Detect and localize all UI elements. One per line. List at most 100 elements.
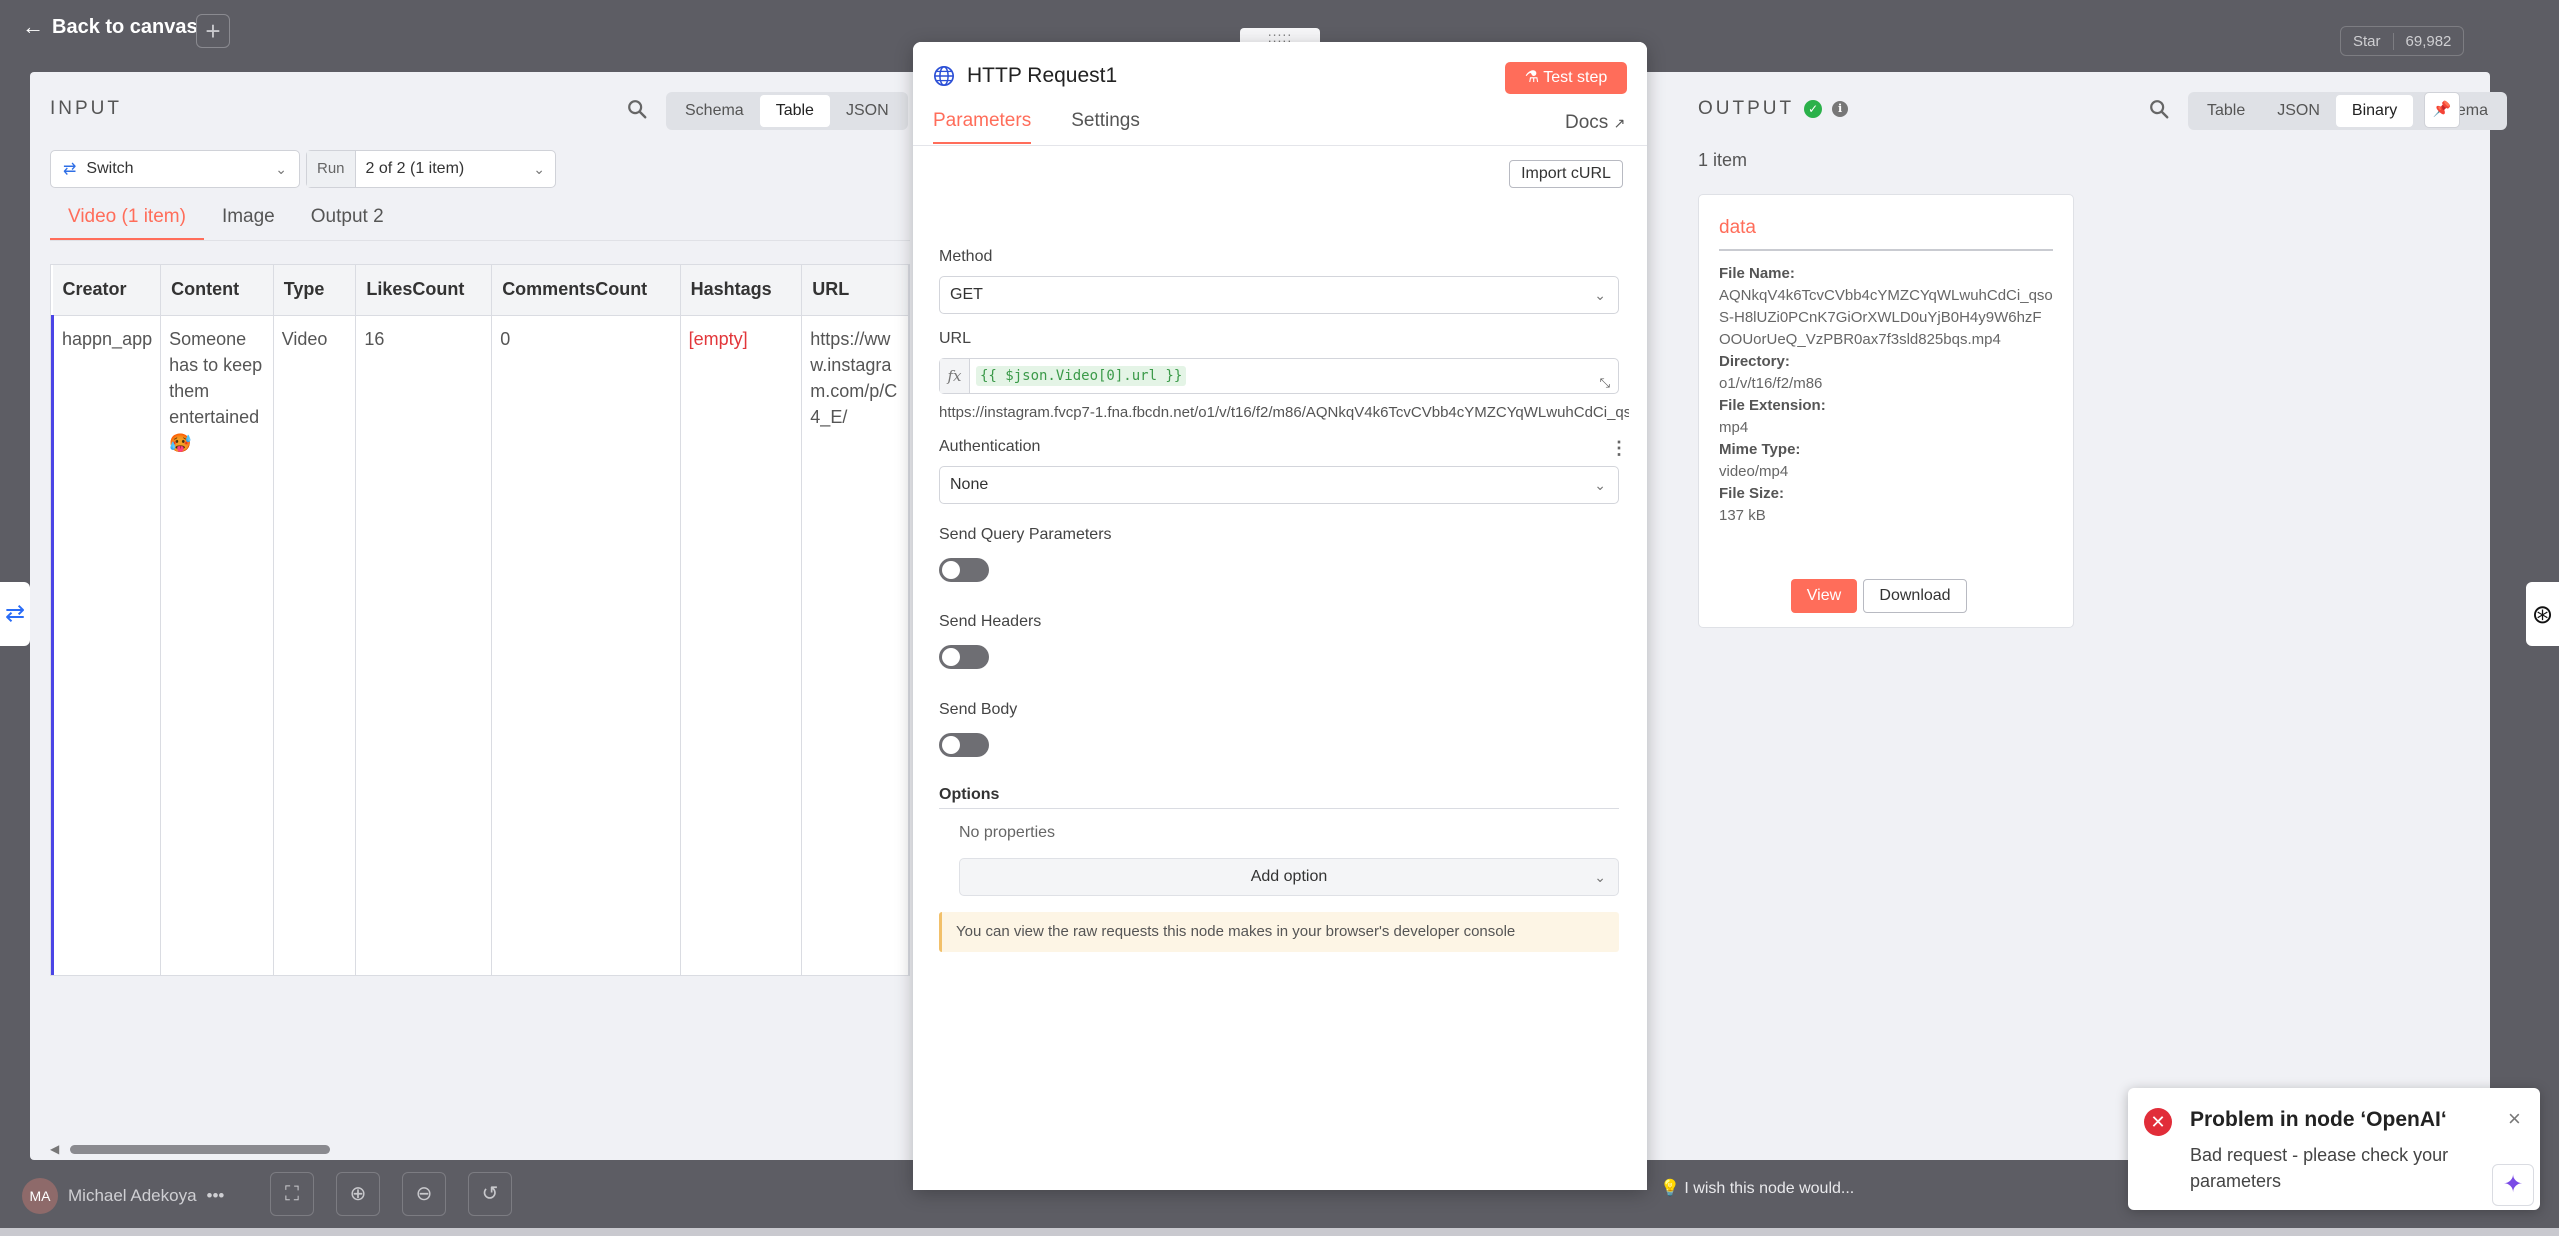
search-icon[interactable] [626,98,648,120]
column-header[interactable]: CommentsCount [491,265,681,316]
binary-card-title: data [1719,217,2053,251]
ai-assistant-icon[interactable]: ✦ [2492,1164,2534,1206]
cell-likes[interactable]: 16 [355,315,493,975]
zoom-out-icon[interactable]: ⊖ [402,1172,446,1216]
add-node-button[interactable]: + [196,14,230,48]
import-curl-button[interactable]: Import cURL [1509,160,1623,188]
error-toast: ✕ Problem in node ‘OpenAI‘ Bad request -… [2128,1088,2540,1210]
reset-zoom-icon[interactable]: ↺ [468,1172,512,1216]
view-json-button[interactable]: JSON [2261,95,2336,127]
method-label: Method [939,248,993,265]
bottom-bar [0,1228,2559,1236]
more-icon[interactable]: ••• [207,1186,225,1206]
view-binary-button[interactable]: Binary [2335,95,2414,127]
tab-video[interactable]: Video (1 item) [50,206,204,240]
cell-url[interactable]: https://www.instagram.com/p/C4_E/ [801,315,909,975]
send-headers-label: Send Headers [939,613,1042,630]
file-size-label: File Size: [1719,485,1785,502]
column-header[interactable]: LikesCount [355,265,493,316]
user-menu[interactable]: MA Michael Adekoya ••• [22,1178,224,1214]
node-title[interactable]: HTTP Request1 [967,64,1117,88]
view-button[interactable]: View [1791,579,1857,613]
view-json-button[interactable]: JSON [830,95,905,127]
column-header[interactable]: Content [160,265,274,316]
view-table-button[interactable]: Table [2191,95,2261,127]
table-row: happn_app Someone has to keep them enter… [51,315,909,975]
file-name-label: File Name: [1719,265,1795,282]
directory-value: o1/v/t16/f2/m86 [1719,375,1823,392]
globe-icon [934,66,954,86]
authentication-select[interactable]: None ⌄ [939,466,1619,504]
info-icon[interactable]: i [1832,101,1849,117]
table-header-row: Creator Content Type LikesCount Comments… [52,265,909,316]
column-header[interactable]: Hashtags [680,265,803,316]
avatar: MA [22,1178,58,1214]
tab-output-2[interactable]: Output 2 [293,206,402,240]
column-header[interactable]: Creator [52,265,162,316]
input-view-toggle: Schema Table JSON [666,92,908,130]
send-body-toggle[interactable] [939,733,989,757]
scrollbar-thumb[interactable] [70,1145,330,1154]
url-expression[interactable]: {{ $json.Video[0].url }} [976,366,1187,386]
expand-icon[interactable]: ⤡ [1600,375,1610,391]
zoom-controls: ⛶ ⊕ ⊖ ↺ [270,1172,512,1216]
method-select[interactable]: GET ⌄ [939,276,1619,314]
zoom-in-icon[interactable]: ⊕ [336,1172,380,1216]
scroll-left-icon[interactable]: ◀ [50,1142,59,1156]
send-headers-toggle[interactable] [939,645,989,669]
column-header[interactable]: URL [801,265,909,316]
send-query-toggle[interactable] [939,558,989,582]
url-expression-input[interactable]: fx {{ $json.Video[0].url }} ⤡ [939,358,1619,394]
search-icon[interactable] [2148,98,2170,120]
divider [939,808,1619,809]
url-resolved-preview: https://instagram.fvcp7-1.fna.fbcdn.net/… [939,404,1629,421]
tab-image[interactable]: Image [204,206,293,240]
github-star-button[interactable]: Star 69,982 [2340,26,2465,56]
file-size-value: 137 kB [1719,507,1766,524]
cell-type[interactable]: Video [273,315,357,975]
mime-type-label: Mime Type: [1719,441,1801,458]
view-schema-button[interactable]: Schema [669,95,760,127]
download-button[interactable]: Download [1863,579,1967,613]
cell-creator[interactable]: happn_app [51,315,162,975]
openai-node-icon[interactable]: ⊛ [2526,582,2559,646]
http-request-panel: HTTP Request1 ⚗ Test step Parameters Set… [913,42,1647,1190]
tab-settings[interactable]: Settings [1071,110,1140,144]
chevron-down-icon: ⌄ [275,160,287,177]
feedback-link[interactable]: 💡 I wish this node would... [1660,1178,1854,1198]
run-label: Run [307,151,356,187]
switch-icon: ⇄ [63,161,77,178]
cell-comments[interactable]: 0 [491,315,681,975]
branch-tabs: Video (1 item) Image Output 2 [50,206,402,240]
switch-node-icon[interactable]: ⇄ [0,582,30,646]
horizontal-scrollbar[interactable]: ◀ ▶ [50,1142,930,1156]
authentication-value: None [950,476,989,493]
add-option-button[interactable]: Add option ⌄ [959,858,1619,896]
input-node-value: Switch [86,160,134,177]
view-table-button[interactable]: Table [759,95,830,127]
method-value: GET [950,286,983,303]
empty-value: [empty] [688,328,748,349]
output-title-group: OUTPUT ✓ i [1698,98,1849,120]
close-icon[interactable]: × [2508,1106,2521,1132]
test-step-label: Test step [1543,69,1608,86]
test-step-button[interactable]: ⚗ Test step [1505,62,1627,94]
tab-parameters[interactable]: Parameters [933,110,1032,144]
back-to-canvas-link[interactable]: ← Back to canvas [22,14,198,40]
fit-view-icon[interactable]: ⛶ [270,1172,314,1216]
feedback-label: I wish this node would... [1684,1180,1855,1197]
pin-icon[interactable]: 📌 [2424,92,2460,128]
input-node-select[interactable]: ⇄ Switch ⌄ [50,150,300,188]
docs-link[interactable]: Docs ↗ [1565,112,1625,134]
column-header[interactable]: Type [273,265,357,316]
authentication-label: Authentication [939,438,1041,455]
cell-content[interactable]: Someone has to keep them entertained 🥵 [160,315,274,975]
run-select[interactable]: Run 2 of 2 (1 item) ⌄ [306,150,556,188]
toast-title: Problem in node ‘OpenAI‘ [2190,1108,2447,1131]
back-to-canvas-label: Back to canvas [52,15,198,38]
kebab-menu-icon[interactable]: ⋮ [1610,438,1628,459]
toast-message: Bad request - please check your paramete… [2190,1145,2449,1191]
cell-hashtags[interactable]: [empty] [680,315,803,975]
options-heading: Options [939,786,1000,803]
arrow-left-icon: ← [22,14,44,39]
